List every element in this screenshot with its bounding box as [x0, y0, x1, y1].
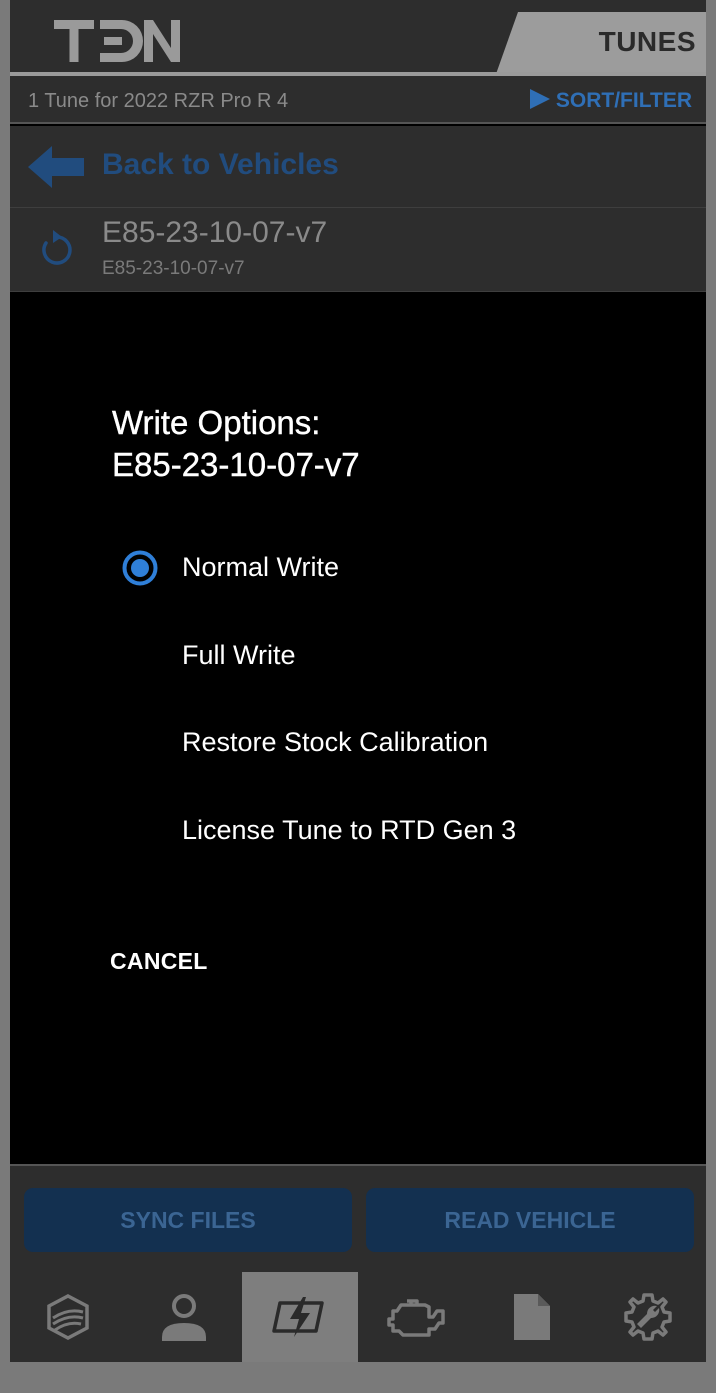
- settings-wrench-icon: [624, 1293, 672, 1341]
- lightning-icon: [272, 1297, 324, 1337]
- tune-subtitle: E85-23-10-07-v7: [102, 258, 245, 279]
- option-license-tune[interactable]: License Tune to RTD Gen 3: [112, 801, 632, 861]
- nav-item-tunes[interactable]: [242, 1272, 358, 1362]
- app-screen: TUNES 1 Tune for 2022 RZR Pro R 4 SORT/F…: [10, 0, 706, 1362]
- layers-icon: [47, 1294, 89, 1340]
- cancel-button[interactable]: CANCEL: [106, 942, 212, 981]
- option-label: Full Write: [182, 640, 296, 670]
- back-arrow-icon: [28, 146, 84, 188]
- header-divider: [10, 72, 706, 76]
- play-triangle-icon: [529, 89, 550, 109]
- back-to-vehicles-button[interactable]: Back to Vehicles: [10, 126, 706, 208]
- tunes-subheader: 1 Tune for 2022 RZR Pro R 4 SORT/FILTER: [10, 78, 706, 124]
- sync-files-button[interactable]: SYNC FILES: [24, 1188, 352, 1252]
- document-icon: [514, 1294, 550, 1340]
- tune-list-item[interactable]: E85-23-10-07-v7 E85-23-10-07-v7: [10, 208, 706, 292]
- back-to-vehicles-label: Back to Vehicles: [102, 148, 339, 181]
- option-restore-stock-calibration[interactable]: Restore Stock Calibration: [112, 713, 632, 773]
- app-header: TUNES: [10, 0, 706, 78]
- sort-filter-button[interactable]: SORT/FILTER: [529, 89, 692, 113]
- tab-tunes[interactable]: TUNES: [496, 12, 706, 74]
- nav-item-profile[interactable]: [126, 1272, 242, 1362]
- radio-selected-icon[interactable]: [122, 550, 158, 586]
- bottom-nav: [10, 1272, 706, 1362]
- tune-name: E85-23-10-07-v7: [102, 216, 328, 249]
- engine-icon: [387, 1299, 445, 1337]
- user-icon: [162, 1294, 206, 1341]
- option-label: Restore Stock Calibration: [182, 727, 489, 757]
- nav-item-layers[interactable]: [10, 1272, 126, 1362]
- write-options-dialog: Write Options: E85-23-10-07-v7 Normal Wr…: [10, 292, 706, 1164]
- refresh-icon: [42, 230, 72, 265]
- dialog-title-line1: Write Options:: [112, 404, 321, 441]
- tune-count-text: 1 Tune for 2022 RZR Pro R 4: [28, 90, 289, 112]
- sort-filter-label: SORT/FILTER: [555, 89, 692, 112]
- read-vehicle-button[interactable]: READ VEHICLE: [366, 1188, 694, 1252]
- nav-item-documents[interactable]: [474, 1272, 590, 1362]
- nav-item-settings[interactable]: [590, 1272, 706, 1362]
- option-full-write[interactable]: Full Write: [112, 626, 632, 686]
- dialog-title-line2: E85-23-10-07-v7: [112, 446, 360, 483]
- tdn-logo: [54, 20, 180, 62]
- option-normal-write[interactable]: Normal Write: [112, 538, 632, 598]
- nav-item-engine[interactable]: [358, 1272, 474, 1362]
- option-label: Normal Write: [182, 552, 340, 582]
- dialog-title: Write Options: E85-23-10-07-v7: [112, 402, 360, 486]
- option-label: License Tune to RTD Gen 3: [182, 815, 517, 845]
- tab-tunes-label: TUNES: [598, 26, 696, 57]
- action-bar: SYNC FILES READ VEHICLE: [10, 1164, 706, 1272]
